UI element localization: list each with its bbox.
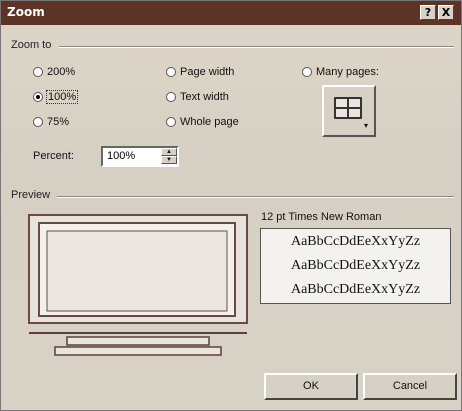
radio-button-icon [33,117,43,127]
radio-label: Many pages: [316,66,379,78]
radio-label: 200% [47,66,76,78]
radio-many-pages[interactable]: Many pages: [302,66,379,78]
preview-group-label: Preview [11,189,51,201]
radio-page-width[interactable]: Page width [166,66,234,78]
radio-label: Text width [180,91,229,103]
radio-200[interactable]: 200% [33,66,75,78]
zoom-dialog: Zoom ? X Zoom to 200% 100% 75% Page widt… [0,0,462,411]
percent-field[interactable]: ▲ ▼ [101,146,179,167]
radio-button-selected-icon [33,92,43,102]
percent-spinner[interactable]: ▲ ▼ [161,148,177,165]
sample-line: AaBbCcDdEeXxYyZz [290,234,421,249]
radio-75[interactable]: 75% [33,116,69,128]
dialog-title: Zoom [7,5,45,19]
title-bar: Zoom ? X [1,1,461,25]
zoom-to-group-label: Zoom to [11,39,52,51]
radio-button-icon [302,67,312,77]
spin-down-icon[interactable]: ▼ [161,156,177,164]
radio-button-icon [166,67,176,77]
preview-font-label: 12 pt Times New Roman [261,211,382,223]
zoom-to-divider [59,46,454,48]
radio-100[interactable]: 100% [33,90,79,104]
pages-grid-icon [334,97,362,119]
radio-button-icon [166,92,176,102]
radio-label: Whole page [180,116,239,128]
monitor-preview-icon [28,214,248,356]
ok-button[interactable]: OK [264,373,358,400]
preview-divider [57,196,454,198]
sample-line: AaBbCcDdEeXxYyZz [290,282,421,297]
many-pages-button[interactable]: ▾ [322,85,376,137]
percent-input[interactable] [105,149,161,163]
cancel-button[interactable]: Cancel [363,373,457,400]
radio-text-width[interactable]: Text width [166,91,229,103]
help-button[interactable]: ? [420,5,436,20]
radio-button-icon [166,117,176,127]
radio-button-icon [33,67,43,77]
dropdown-arrow-icon: ▾ [363,121,368,130]
font-sample-box: AaBbCcDdEeXxYyZz AaBbCcDdEeXxYyZz AaBbCc… [260,228,451,304]
percent-label: Percent: [33,150,74,162]
sample-line: AaBbCcDdEeXxYyZz [290,258,421,273]
radio-label: 75% [47,116,70,128]
radio-label: 100% [45,90,79,104]
close-button[interactable]: X [438,5,454,20]
radio-label: Page width [180,66,235,78]
radio-whole-page[interactable]: Whole page [166,116,239,128]
spin-up-icon[interactable]: ▲ [161,148,177,156]
